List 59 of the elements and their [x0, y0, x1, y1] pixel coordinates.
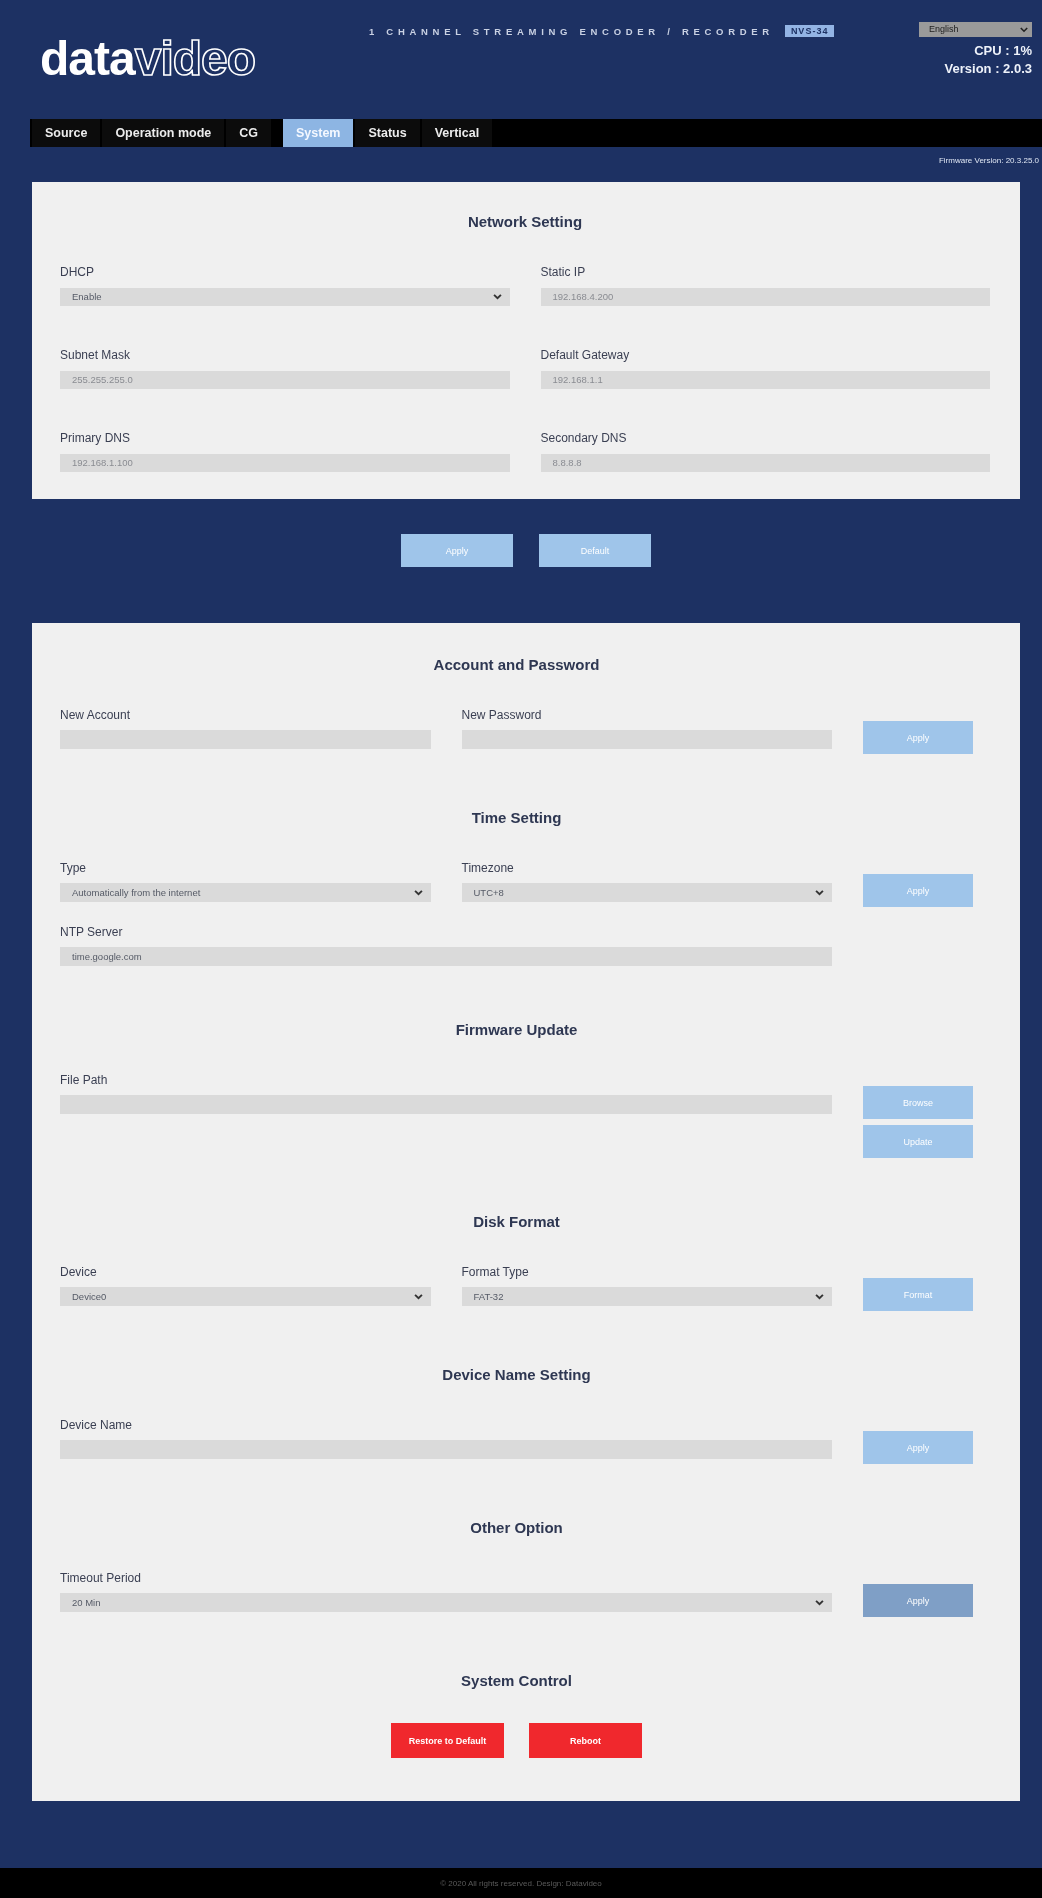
datavideo-logo: datavideo — [40, 32, 256, 86]
reboot-button[interactable]: Reboot — [529, 1723, 642, 1758]
field-label: Device — [60, 1264, 97, 1280]
tab[interactable]: Status — [355, 119, 420, 147]
tab[interactable]: Vertical — [421, 119, 493, 147]
chevron-down-icon — [815, 889, 824, 896]
static-ip-field[interactable]: 192.168.4.200 — [540, 288, 990, 306]
device-select[interactable]: Device0 — [60, 1287, 431, 1306]
field-label: New Account — [60, 707, 131, 723]
section-title: Other Option — [469, 1518, 564, 1538]
chevron-down-icon — [815, 1293, 824, 1300]
chevron-down-icon — [413, 889, 423, 896]
secondary-dns-field[interactable]: 8.8.8.8 — [540, 454, 990, 472]
field-label: Timezone — [461, 860, 514, 876]
section-title: Device Name Setting — [441, 1365, 592, 1385]
field-label: NTP Server — [60, 924, 123, 940]
version-label: Version : 2.0.3 — [944, 60, 1032, 78]
chevron-down-icon — [413, 1293, 423, 1300]
subnet-mask-field[interactable]: 255.255.255.0 — [60, 371, 510, 389]
section-title: Account and Password — [432, 655, 601, 675]
model-badge: NVS-34 — [784, 25, 835, 37]
restore-to-default-button[interactable]: Restore to Default — [391, 1723, 504, 1758]
field-label: Type — [60, 860, 86, 876]
section-title: Network Setting — [466, 212, 584, 232]
section-title: System Control — [460, 1671, 573, 1691]
section-title: Firmware Update — [454, 1020, 579, 1040]
timeout-period-select[interactable]: 20 Min — [60, 1593, 832, 1612]
format-type-select[interactable]: FAT-32 — [461, 1287, 832, 1306]
type-select[interactable]: Automatically from the internet — [60, 883, 431, 902]
field-label: Timeout Period — [60, 1570, 141, 1586]
field-label: New Password — [461, 707, 542, 723]
product-title: 1 CHANNEL STREAMING ENCODER / RECORDER — [369, 25, 774, 37]
apply-button[interactable]: Apply — [863, 1584, 973, 1617]
dhcp-select[interactable]: Enable — [60, 288, 510, 306]
field-label: Primary DNS — [60, 430, 130, 446]
field-label: Device Name — [60, 1417, 133, 1433]
primary-dns-field[interactable]: 192.168.1.100 — [60, 454, 510, 472]
tab[interactable]: Operation mode — [102, 119, 225, 147]
chevron-down-icon — [492, 294, 502, 300]
field-label: Subnet Mask — [60, 347, 131, 363]
field-label: Secondary DNS — [540, 430, 627, 446]
caret-icon — [1020, 26, 1028, 33]
tab[interactable]: Source — [32, 119, 101, 147]
cpu-usage: CPU : 1% — [974, 42, 1032, 60]
timezone-select[interactable]: UTC+8 — [461, 883, 832, 902]
field-label: Default Gateway — [540, 347, 630, 363]
default-gateway-field[interactable]: 192.168.1.1 — [540, 371, 990, 389]
field-label: File Path — [60, 1072, 108, 1088]
field-label: Format Type — [461, 1264, 529, 1280]
section-title: Time Setting — [470, 808, 563, 828]
firmware-version: Firmware Version: 20.3.25.0 — [938, 156, 1039, 165]
ntp-server-field[interactable]: time.google.com — [60, 947, 832, 966]
chevron-down-icon — [815, 1599, 824, 1606]
copyright-text: © 2020 All rights reserved. Design: Datavideo — [440, 1878, 602, 1888]
language-select[interactable]: English — [919, 22, 1032, 37]
tab[interactable]: CG — [226, 119, 271, 147]
section-title: Disk Format — [472, 1212, 561, 1232]
field-label: DHCP — [60, 264, 94, 280]
field-label: Static IP — [540, 264, 586, 280]
